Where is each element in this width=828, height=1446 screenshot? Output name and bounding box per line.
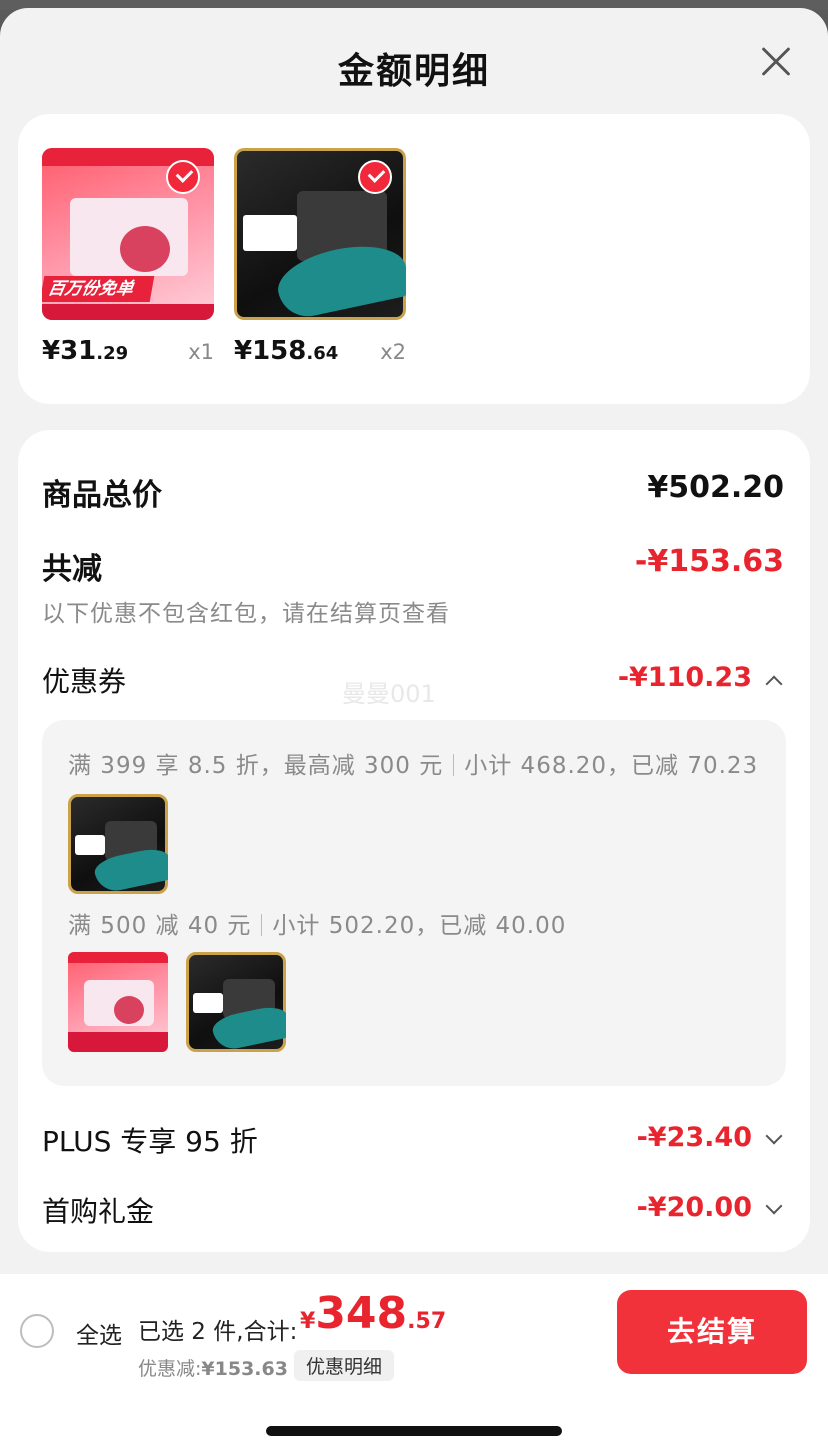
amount-detail-sheet: 金额明细 百万份免单 ¥31.29 x1 ¥158.64 x2 商品总价 ¥50… — [0, 8, 828, 1446]
total-price-value: ¥502.20 — [647, 470, 784, 505]
promo-banner: 百万份免单 — [42, 276, 155, 302]
coupon-label[interactable]: 优惠券 — [42, 660, 126, 700]
discount-summary: 优惠减:¥153.63 — [138, 1354, 288, 1381]
label-shape — [193, 993, 223, 1013]
mascot-shape — [114, 996, 144, 1024]
first-buy-value[interactable]: -¥20.00 — [637, 1192, 752, 1223]
chevron-down-icon[interactable] — [765, 1127, 783, 1145]
close-icon[interactable] — [752, 38, 798, 84]
product-thumbnail[interactable] — [234, 148, 406, 320]
discount-value: ¥153.63 — [201, 1358, 288, 1380]
total-reduce-label: 共减 — [42, 552, 102, 587]
price-integer: ¥158 — [234, 336, 307, 366]
coupon-product-thumbnail[interactable] — [68, 952, 168, 1052]
first-buy-label[interactable]: 首购礼金 — [42, 1190, 154, 1230]
total-price-label: 商品总价 — [42, 478, 162, 513]
products-card: 百万份免单 ¥31.29 x1 ¥158.64 x2 — [18, 114, 810, 404]
coupon-value[interactable]: -¥110.23 — [618, 662, 752, 693]
coupon-product-thumbnail[interactable] — [68, 794, 168, 894]
home-indicator — [266, 1426, 562, 1436]
product-thumbnail[interactable]: 百万份免单 — [42, 148, 214, 320]
product-image — [68, 952, 168, 1052]
discount-note: 以下优惠不包含红包，请在结算页查看 — [42, 601, 450, 627]
product-image — [68, 794, 168, 894]
sheet-title: 金额明细 — [337, 51, 490, 92]
chevron-up-icon[interactable] — [765, 675, 783, 693]
product-item[interactable]: 百万份免单 ¥31.29 x1 — [42, 148, 214, 366]
selected-count-text: 已选 2 件,合计: — [138, 1319, 298, 1345]
rule-subtotal: 小计 502.20，已减 40.00 — [272, 913, 567, 939]
promo-footer — [42, 304, 214, 320]
brand-bar — [68, 952, 168, 963]
checkout-button[interactable]: 去结算 — [617, 1290, 807, 1374]
product-quantity: x2 — [380, 340, 406, 364]
coupon-product-thumbnail[interactable] — [186, 952, 286, 1052]
price-decimal: .29 — [96, 343, 129, 364]
chevron-down-icon[interactable] — [765, 1197, 783, 1215]
discount-detail-button[interactable]: 优惠明细 — [294, 1350, 395, 1381]
check-icon[interactable] — [166, 160, 200, 194]
checkout-bar: 全选 已选 2 件,合计: ¥348.57 优惠减:¥153.63 优惠明细 去… — [0, 1274, 828, 1446]
check-icon[interactable] — [358, 160, 392, 194]
coupon-breakdown: 满 399 享 8.5 折，最高减 300 元小计 468.20，已减 70.2… — [42, 720, 786, 1086]
discount-label: 优惠减: — [138, 1358, 202, 1380]
coupon-rule: 满 500 减 40 元小计 502.20，已减 40.00 — [68, 906, 566, 940]
product-image — [186, 952, 286, 1052]
label-shape — [75, 835, 105, 855]
watermark: 曼曼001 — [342, 680, 436, 708]
label-shape — [243, 215, 297, 251]
product-price: ¥31.29 — [42, 336, 128, 366]
price-integer: ¥31 — [42, 336, 97, 366]
product-quantity: x1 — [188, 340, 214, 364]
rule-condition: 满 500 减 40 元 — [68, 913, 252, 939]
total-amount: ¥348.57 — [300, 1288, 446, 1339]
total-reduce-value: -¥153.63 — [634, 544, 784, 579]
select-all-radio[interactable] — [20, 1314, 54, 1348]
divider — [453, 754, 455, 776]
product-item[interactable]: ¥158.64 x2 — [234, 148, 406, 366]
promo-footer — [68, 1032, 168, 1052]
product-price: ¥158.64 — [234, 336, 338, 366]
total-currency: ¥ — [300, 1309, 316, 1334]
total-decimal: .57 — [407, 1309, 447, 1334]
plus-discount-value[interactable]: -¥23.40 — [637, 1122, 752, 1153]
select-all-label[interactable]: 全选 — [76, 1316, 122, 1350]
mascot-shape — [120, 226, 170, 272]
total-integer: 348 — [315, 1288, 408, 1339]
divider — [261, 914, 263, 936]
plus-discount-label[interactable]: PLUS 专享 95 折 — [42, 1120, 258, 1160]
price-decimal: .64 — [306, 343, 339, 364]
coupon-rule: 满 399 享 8.5 折，最高减 300 元小计 468.20，已减 70.2… — [68, 746, 758, 780]
rule-subtotal: 小计 468.20，已减 70.23 — [464, 753, 759, 779]
discount-detail-card: 商品总价 ¥502.20 共减 -¥153.63 以下优惠不包含红包，请在结算页… — [18, 430, 810, 1252]
rule-condition: 满 399 享 8.5 折，最高减 300 元 — [68, 753, 444, 779]
